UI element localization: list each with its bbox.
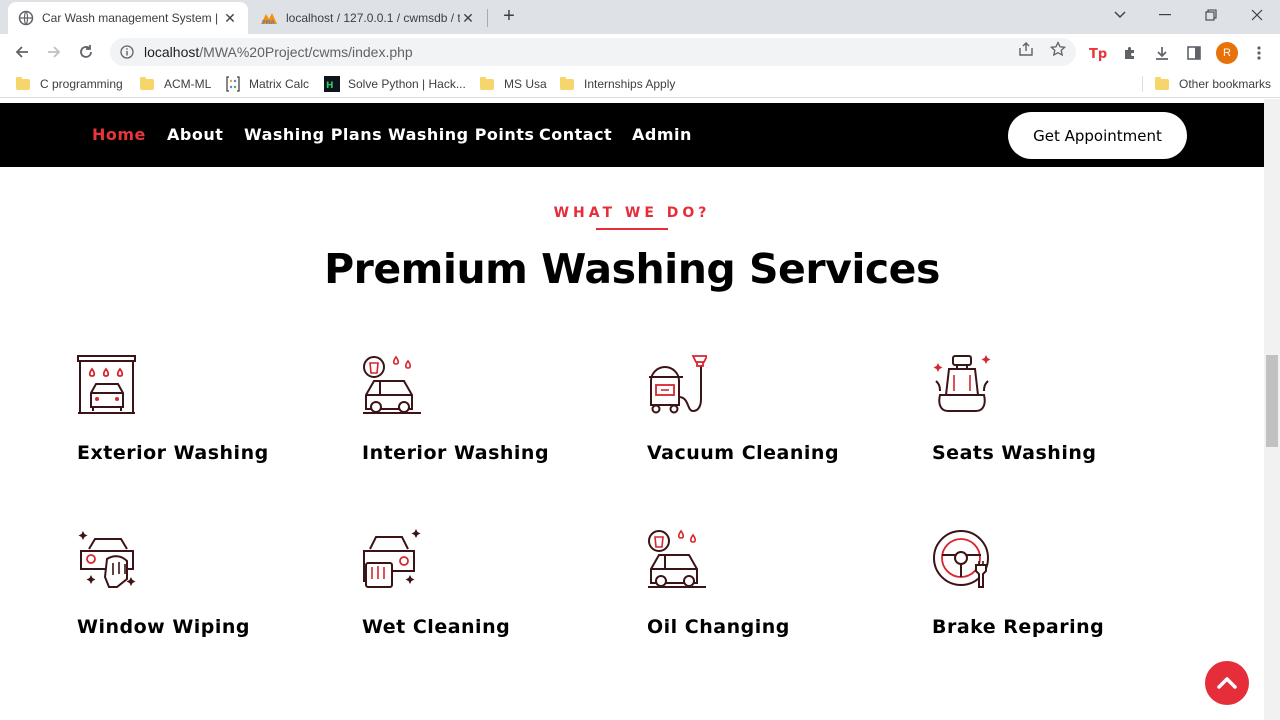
nav-contact[interactable]: Contact <box>539 125 612 144</box>
tab-title: localhost / 127.0.0.1 / cwmsdb / t <box>286 11 460 25</box>
bookmark-label: Matrix Calc <box>249 77 310 91</box>
get-appointment-button[interactable]: Get Appointment <box>1008 112 1187 159</box>
wet-cleaning-sponge-icon <box>363 529 421 588</box>
bookmark-acm-ml[interactable]: ACM-ML <box>140 75 211 93</box>
tab-close-icon[interactable]: ✕ <box>222 10 238 27</box>
tab-car-wash[interactable]: Car Wash management System | ✕ <box>8 2 248 34</box>
svg-text:H: H <box>326 81 334 91</box>
oil-change-icon <box>648 529 706 588</box>
window-wipe-hand-icon <box>78 531 136 588</box>
bookmark-label: Solve Python | Hack... <box>348 77 466 91</box>
car-wash-garage-icon <box>77 355 136 414</box>
bookmark-internships[interactable]: Internships Apply <box>560 75 675 93</box>
service-title: Vacuum Cleaning <box>647 442 840 464</box>
bookmark-star-icon[interactable] <box>1050 41 1066 57</box>
service-title: Wet Cleaning <box>362 616 511 638</box>
folder-icon <box>16 76 30 90</box>
nav-washing-plans[interactable]: Washing Plans <box>244 125 382 144</box>
tab-strip: Car Wash management System | ✕ PMA local… <box>0 0 1280 34</box>
new-tab-icon[interactable]: + <box>498 6 520 28</box>
eyebrow-underline <box>596 228 668 230</box>
site-info-icon[interactable] <box>120 45 134 59</box>
back-icon[interactable] <box>10 40 34 64</box>
bookmark-label: MS Usa <box>504 77 547 91</box>
bookmarks-divider <box>1142 76 1143 92</box>
tab-separator <box>487 9 488 27</box>
nav-home[interactable]: Home <box>92 125 146 144</box>
folder-icon <box>480 76 494 90</box>
section-eyebrow: WHAT WE DO? <box>553 205 711 221</box>
site-navbar: Home About Washing Plans Washing Points … <box>0 103 1264 167</box>
svg-text:Tp: Tp <box>1089 47 1107 61</box>
scrollbar-thumb[interactable] <box>1266 355 1278 447</box>
phpmyadmin-icon: PMA <box>261 13 277 25</box>
service-title: Brake Reparing <box>932 616 1105 638</box>
bookmark-ms-usa[interactable]: MS Usa <box>480 75 547 93</box>
service-title: Exterior Washing <box>77 442 269 464</box>
url-text: localhost/MWA%20Project/cwms/index.php <box>144 44 1076 60</box>
tab-search-icon[interactable] <box>1106 4 1134 26</box>
minimize-icon[interactable] <box>1151 4 1179 26</box>
tp-extension-icon[interactable]: Tp <box>1089 44 1107 62</box>
folder-icon <box>140 76 154 90</box>
share-icon[interactable] <box>1018 41 1034 57</box>
restore-icon[interactable] <box>1197 4 1225 26</box>
forward-icon[interactable] <box>42 40 66 64</box>
bookmark-label: Other bookmarks <box>1179 77 1272 91</box>
steering-brake-icon <box>933 530 989 588</box>
bookmark-hackerrank[interactable]: H Solve Python | Hack... <box>324 75 466 93</box>
close-window-icon[interactable] <box>1243 4 1271 26</box>
bookmark-other[interactable]: Other bookmarks <box>1155 75 1271 93</box>
car-seat-icon <box>933 355 991 412</box>
tab-phpmyadmin[interactable]: PMA localhost / 127.0.0.1 / cwmsdb / t ✕ <box>250 2 486 34</box>
menu-kebab-icon[interactable] <box>1250 44 1268 62</box>
globe-icon <box>18 10 34 26</box>
nav-about[interactable]: About <box>167 125 223 144</box>
svg-text:PMA: PMA <box>262 20 275 25</box>
back-to-top-button[interactable] <box>1205 661 1249 705</box>
extensions-puzzle-icon[interactable] <box>1121 44 1139 62</box>
service-title: Interior Washing <box>362 442 550 464</box>
address-bar[interactable]: localhost/MWA%20Project/cwms/index.php <box>110 38 1076 66</box>
reload-icon[interactable] <box>74 40 98 64</box>
profile-avatar[interactable]: R <box>1216 42 1238 64</box>
car-interior-drops-icon <box>363 355 421 414</box>
page-scrollbar[interactable] <box>1264 99 1280 720</box>
section-title: Premium Washing Services <box>324 245 940 293</box>
page-content: Home About Washing Plans Washing Points … <box>0 99 1264 720</box>
bookmark-matrix-calc[interactable]: Matrix Calc <box>226 75 309 93</box>
side-panel-icon[interactable] <box>1185 44 1203 62</box>
bookmark-label: Internships Apply <box>584 77 676 91</box>
bookmark-label: ACM-ML <box>164 77 212 91</box>
download-icon[interactable] <box>1153 44 1171 62</box>
bookmark-label: C programming <box>40 77 123 91</box>
nav-admin[interactable]: Admin <box>632 125 692 144</box>
bookmarks-bar: C programming ACM-ML Matrix Calc H Solve… <box>0 70 1280 98</box>
service-title: Seats Washing <box>932 442 1097 464</box>
tab-title: Car Wash management System | <box>42 11 219 25</box>
folder-icon <box>1155 76 1169 90</box>
tab-close-icon[interactable]: ✕ <box>460 10 476 27</box>
url-path: /MWA%20Project/cwms/index.php <box>199 44 413 60</box>
browser-toolbar: localhost/MWA%20Project/cwms/index.php T… <box>0 34 1280 70</box>
service-title: Oil Changing <box>647 616 790 638</box>
nav-washing-points[interactable]: Washing Points <box>388 125 534 144</box>
folder-icon <box>560 76 574 90</box>
vacuum-cleaner-icon <box>649 355 707 414</box>
hackerrank-icon: H <box>324 76 340 92</box>
matrix-icon <box>226 76 240 92</box>
chevron-up-icon <box>1217 677 1237 689</box>
url-host: localhost <box>144 44 200 60</box>
bookmark-c-programming[interactable]: C programming <box>16 75 123 93</box>
service-title: Window Wiping <box>77 616 251 638</box>
